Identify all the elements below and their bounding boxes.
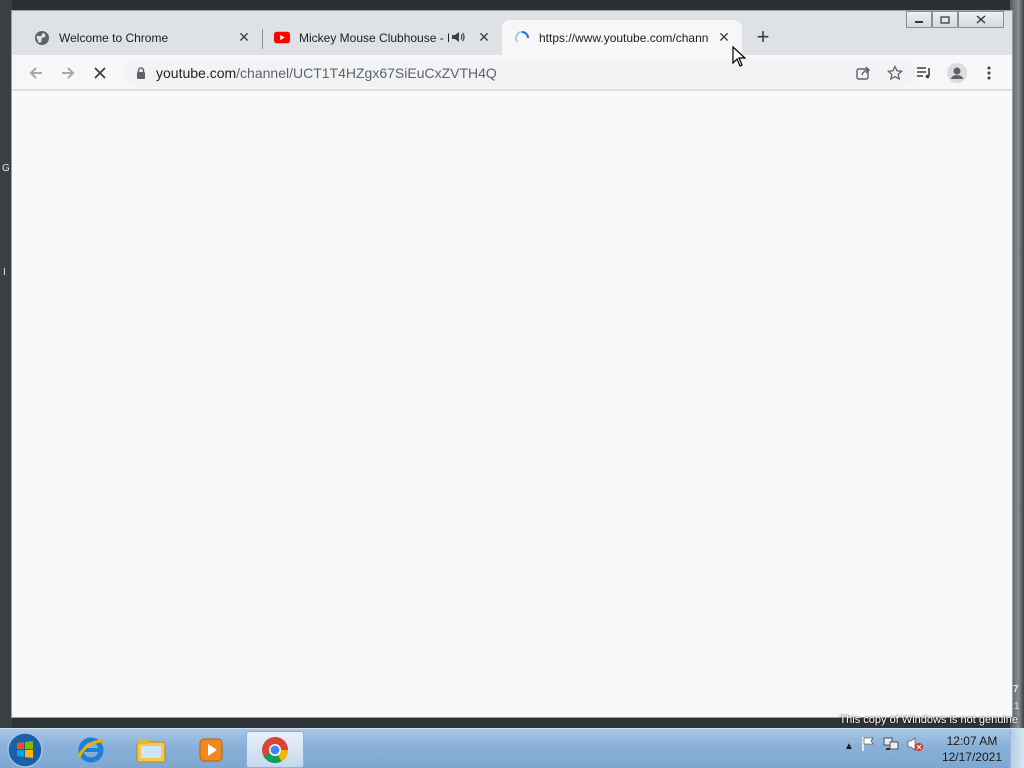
mouse-cursor-icon: [732, 46, 746, 67]
desktop-glyph: 7: [1013, 684, 1019, 695]
system-tray: ▲: [844, 736, 924, 757]
desktop-glyph: G: [2, 163, 10, 174]
close-tab-icon[interactable]: ✕: [716, 29, 732, 45]
lock-icon[interactable]: [134, 66, 148, 80]
tab-youtube-channel[interactable]: https://www.youtube.com/channel/ ✕: [502, 20, 742, 55]
volume-muted-icon[interactable]: [906, 736, 924, 757]
address-bar[interactable]: youtube.com/channel/UCT1T4HZgx67SiEuCxZV…: [123, 59, 917, 87]
bookmark-star-icon[interactable]: [885, 63, 905, 83]
desktop-glyph: I: [3, 267, 6, 278]
restore-button[interactable]: [932, 11, 958, 28]
tab-strip: Welcome to Chrome ✕ Mickey Mouse Clubhou…: [12, 11, 1012, 59]
system-clock[interactable]: 12:07 AM 12/17/2021: [942, 733, 1002, 765]
tab-title: Mickey Mouse Clubhouse - Mick: [299, 30, 449, 45]
action-center-flag-icon[interactable]: [860, 736, 876, 757]
chrome-taskbar-icon[interactable]: [246, 731, 304, 768]
close-tab-icon[interactable]: ✕: [476, 29, 492, 45]
close-tab-icon[interactable]: ✕: [236, 29, 252, 45]
profile-avatar-icon[interactable]: [945, 61, 969, 85]
show-desktop-button[interactable]: [1010, 729, 1024, 768]
taskbar: ▲ 12:07 AM 12/17/2021: [0, 728, 1024, 768]
tab-welcome-to-chrome[interactable]: Welcome to Chrome ✕: [22, 20, 262, 55]
url-path: /channel/UCT1T4HZgx67SiEuCxZVTH4Q: [236, 65, 497, 81]
url-host: youtube.com: [156, 65, 237, 81]
show-hidden-icons-icon[interactable]: ▲: [844, 741, 854, 752]
start-button[interactable]: [6, 731, 44, 768]
back-button[interactable]: [24, 61, 48, 85]
loading-spinner-icon: [514, 30, 530, 46]
browser-toolbar: youtube.com/channel/UCT1T4HZgx67SiEuCxZV…: [12, 55, 1012, 90]
youtube-icon: [274, 30, 290, 46]
speaker-icon[interactable]: [450, 29, 466, 45]
close-window-button[interactable]: [958, 11, 1004, 28]
tab-mickey-mouse-clubhouse[interactable]: Mickey Mouse Clubhouse - Mick ✕: [262, 20, 502, 55]
desktop-glyph: 1: [1014, 701, 1020, 712]
windows-not-genuine-watermark: This copy of Windows is not genuine: [839, 714, 1018, 726]
share-icon[interactable]: [853, 63, 873, 83]
chrome-window: Welcome to Chrome ✕ Mickey Mouse Clubhou…: [11, 10, 1013, 718]
new-tab-button[interactable]: +: [752, 26, 774, 49]
tab-title: https://www.youtube.com/channel/: [539, 30, 709, 45]
forward-button[interactable]: [56, 61, 80, 85]
clock-time: 12:07 AM: [946, 734, 998, 748]
tab-title: Welcome to Chrome: [59, 30, 169, 45]
network-icon[interactable]: [882, 736, 900, 757]
page-content-loading[interactable]: [12, 91, 1012, 717]
stop-loading-button[interactable]: [88, 61, 112, 85]
window-controls: [906, 11, 1004, 28]
media-player-icon[interactable]: [182, 731, 240, 768]
clock-date: 12/17/2021: [941, 750, 1002, 764]
internet-explorer-icon[interactable]: [62, 731, 120, 768]
windows-explorer-icon[interactable]: [122, 731, 180, 768]
media-control-icon[interactable]: [912, 61, 936, 85]
url-text: youtube.com/channel/UCT1T4HZgx67SiEuCxZV…: [156, 65, 497, 81]
more-options-icon[interactable]: [977, 61, 1001, 85]
chrome-globe-icon: [34, 30, 50, 46]
minimize-button[interactable]: [906, 11, 932, 28]
